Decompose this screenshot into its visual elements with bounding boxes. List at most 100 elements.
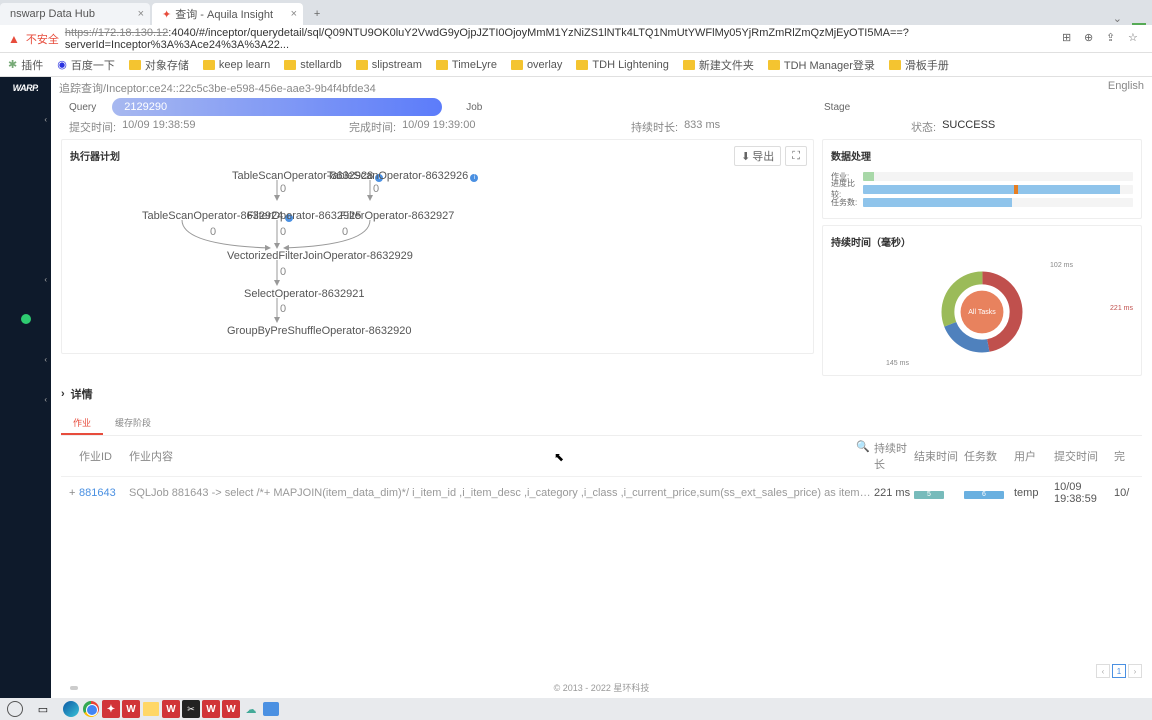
sidebar-item-4[interactable]: ‹ bbox=[0, 379, 51, 419]
zoom-icon[interactable]: ⊕ bbox=[1084, 31, 1100, 47]
tab-cache[interactable]: 缓存阶段 bbox=[103, 412, 163, 435]
taskbar: ▭ ✦ W W ✂ W W ☁ bbox=[0, 698, 1152, 720]
logo: WARP. bbox=[13, 77, 39, 99]
query-pill[interactable]: 2129290 bbox=[112, 98, 442, 116]
plan-title: 执行器计划 bbox=[70, 148, 805, 163]
capcut-icon[interactable]: ✂ bbox=[182, 700, 200, 718]
dag-node[interactable]: SelectOperator-8632921 bbox=[244, 288, 364, 300]
puzzle-icon: ✱ bbox=[8, 58, 17, 71]
dag-node[interactable]: VectorizedFilterJoinOperator-8632929 bbox=[227, 250, 413, 262]
query-label: Query bbox=[69, 102, 96, 113]
app-icon[interactable]: ✦ bbox=[102, 700, 120, 718]
address-bar: ▲ 不安全 https://172.18.130.12:4040/#/incep… bbox=[0, 25, 1152, 53]
bookmark-slipstream[interactable]: slipstream bbox=[356, 59, 422, 71]
expand-icon[interactable]: + bbox=[69, 487, 79, 499]
data-processing-panel: 数据处理 作业:1 进度比较:51 任务数:60 bbox=[822, 139, 1142, 219]
progress-bar[interactable]: 51 bbox=[863, 185, 1133, 194]
close-icon[interactable]: × bbox=[291, 8, 297, 20]
start-icon[interactable] bbox=[6, 700, 24, 718]
folder-icon bbox=[511, 60, 523, 70]
search-icon[interactable]: 🔍 bbox=[856, 440, 870, 472]
tab-aquila[interactable]: ✦ 查询 - Aquila Insight × bbox=[152, 3, 303, 25]
bookmark-skateboard[interactable]: 滑板手册 bbox=[889, 57, 949, 73]
folder-icon bbox=[356, 60, 368, 70]
sidebar-item-2[interactable]: ‹ bbox=[0, 259, 51, 299]
data-title: 数据处理 bbox=[831, 148, 1133, 163]
cloud-icon[interactable]: ☁ bbox=[242, 700, 260, 718]
folder-icon bbox=[436, 60, 448, 70]
lang-switch[interactable]: English bbox=[1108, 80, 1144, 92]
download-icon: ⬇ bbox=[741, 150, 750, 163]
wps-icon[interactable]: W bbox=[222, 700, 240, 718]
svg-text:0: 0 bbox=[280, 183, 286, 195]
export-button[interactable]: ⬇导出 bbox=[734, 146, 781, 166]
svg-text:0: 0 bbox=[210, 226, 216, 238]
bookmark-stellardb[interactable]: stellardb bbox=[284, 59, 342, 71]
sidebar-item-1[interactable]: ‹ bbox=[0, 99, 51, 139]
page-1-button[interactable]: 1 bbox=[1112, 664, 1126, 678]
wps-icon[interactable]: W bbox=[202, 700, 220, 718]
bookmark-overlay[interactable]: overlay bbox=[511, 59, 562, 71]
tab-jobs[interactable]: 作业 bbox=[61, 412, 103, 435]
chevron-left-icon: ‹ bbox=[44, 275, 47, 284]
share-icon[interactable]: ⇪ bbox=[1106, 31, 1122, 47]
chrome-icon[interactable] bbox=[82, 700, 100, 718]
status-dot-icon bbox=[21, 314, 31, 324]
prev-page-button[interactable]: ‹ bbox=[1096, 664, 1110, 678]
mail-icon[interactable] bbox=[262, 700, 280, 718]
new-tab-button[interactable]: + bbox=[305, 3, 329, 25]
bookmark-plugins[interactable]: ✱插件 bbox=[8, 57, 43, 73]
job-id-link[interactable]: 881643 bbox=[79, 487, 129, 499]
details-section: ›详情 作业 缓存阶段 作业ID 作业内容 🔍 持续时长 结束时间 任务数 用户… bbox=[61, 382, 1142, 636]
jobs-table: 作业ID 作业内容 🔍 持续时长 结束时间 任务数 用户 提交时间 完 + 88… bbox=[61, 436, 1142, 636]
expand-icon: ⛶ bbox=[792, 150, 800, 163]
bookmark-bar: ✱插件 ◉百度一下 对象存储 keep learn stellardb slip… bbox=[0, 53, 1152, 77]
chevron-right-icon[interactable]: › bbox=[61, 388, 65, 400]
pie-title: 持续时间（毫秒） bbox=[831, 234, 1133, 249]
job-bar[interactable]: 1 bbox=[863, 172, 1133, 181]
dag-node[interactable]: GroupByPreShuffleOperator-8632920 bbox=[227, 325, 411, 337]
bookmark-storage[interactable]: 对象存储 bbox=[129, 57, 189, 73]
table-row[interactable]: + 881643 SQLJob 881643 -> select /*+ MAP… bbox=[61, 477, 1142, 509]
svg-text:0: 0 bbox=[342, 226, 348, 238]
baidu-icon: ◉ bbox=[57, 58, 67, 71]
bookmark-timelyre[interactable]: TimeLyre bbox=[436, 59, 497, 71]
execution-plan-panel: 执行器计划 ⬇导出 ⛶ 0 bbox=[61, 139, 814, 354]
dag-canvas[interactable]: 0 0 0 0 0 0 0 TableScanOperator-8632928i… bbox=[122, 170, 813, 353]
info-icon[interactable]: i bbox=[470, 174, 478, 182]
star-icon[interactable]: ☆ bbox=[1128, 31, 1144, 47]
dag-node[interactable]: FilterOperator-8632927 bbox=[340, 210, 454, 222]
sidebar-item-3[interactable]: ‹ bbox=[0, 339, 51, 379]
translate-icon[interactable]: ⊞ bbox=[1062, 31, 1078, 47]
job-label: Job bbox=[446, 102, 820, 113]
folder-icon bbox=[576, 60, 588, 70]
close-icon[interactable]: × bbox=[138, 8, 144, 20]
bookmark-lightening[interactable]: TDH Lightening bbox=[576, 59, 668, 71]
dag-node[interactable]: TableScanOperator-8632926i bbox=[327, 170, 478, 182]
footer: © 2013 - 2022 星环科技 bbox=[51, 677, 1152, 698]
sidebar-status[interactable] bbox=[0, 299, 51, 339]
folder-icon bbox=[768, 60, 780, 70]
minimize-icon[interactable] bbox=[1132, 23, 1146, 25]
bookmark-baidu[interactable]: ◉百度一下 bbox=[57, 57, 115, 73]
stage-label: Stage bbox=[824, 102, 1134, 113]
chevron-down-icon[interactable]: ⌄ bbox=[1113, 12, 1122, 25]
sidebar: WARP. ‹ ‹ ‹ ‹ bbox=[0, 77, 51, 698]
next-page-button[interactable]: › bbox=[1128, 664, 1142, 678]
bookmark-keeplearn[interactable]: keep learn bbox=[203, 59, 270, 71]
wps-icon[interactable]: W bbox=[122, 700, 140, 718]
pie-chart[interactable]: All Tasks 102 ms 221 ms 145 ms bbox=[831, 257, 1133, 367]
bookmark-newfolder[interactable]: 新建文件夹 bbox=[683, 57, 754, 73]
expand-button[interactable]: ⛶ bbox=[785, 146, 807, 166]
explorer-icon[interactable] bbox=[142, 700, 160, 718]
svg-text:0: 0 bbox=[280, 266, 286, 278]
folder-icon bbox=[129, 60, 141, 70]
taskview-icon[interactable]: ▭ bbox=[34, 700, 52, 718]
bookmark-tdhmanager[interactable]: TDH Manager登录 bbox=[768, 57, 875, 73]
wps-icon[interactable]: W bbox=[162, 700, 180, 718]
tasks-bar[interactable]: 60 bbox=[863, 198, 1133, 207]
tab-datahub[interactable]: nswarp Data Hub × bbox=[0, 3, 150, 25]
url-field[interactable]: https://172.18.130.12:4040/#/inceptor/qu… bbox=[65, 27, 1056, 51]
svg-text:0: 0 bbox=[280, 226, 286, 238]
edge-icon[interactable] bbox=[62, 700, 80, 718]
